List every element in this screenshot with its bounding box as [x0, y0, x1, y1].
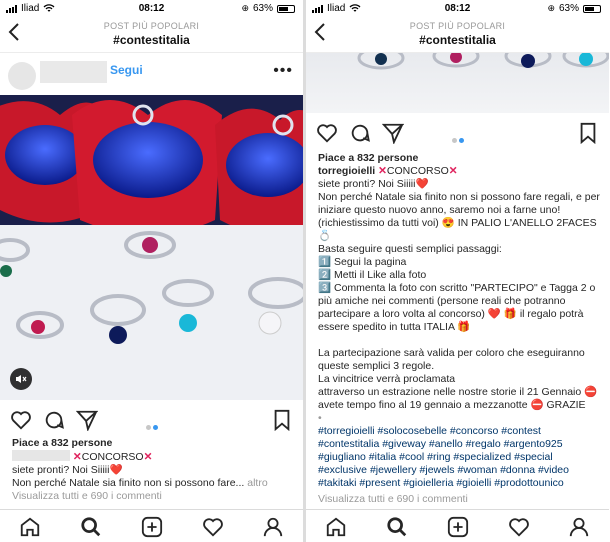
post-photo[interactable]	[306, 53, 609, 113]
post-caption: Piace a 832 persone torregioielli ✕CONCO…	[318, 152, 601, 506]
add-icon[interactable]	[447, 516, 469, 538]
battery-percent: 63%	[558, 3, 579, 14]
caption-line: 3️⃣ Commenta la foto con scritto "PARTEC…	[318, 282, 596, 333]
search-icon[interactable]	[80, 516, 102, 538]
header-title: #contestitalia	[419, 33, 496, 47]
back-button[interactable]	[314, 23, 326, 47]
caption-line: 1️⃣ Segui la pagina	[318, 256, 407, 268]
carousel-indicator	[306, 130, 609, 148]
activity-icon[interactable]	[508, 516, 530, 538]
post-username[interactable]: torregioielli	[318, 165, 375, 177]
caption-line: La partecipazione sarà valida per coloro…	[318, 347, 585, 372]
speaker-off-icon[interactable]	[10, 368, 32, 390]
right-screen: Iliad 08:12 ⊕ 63% POST PIÙ POPOLARI #con…	[306, 0, 609, 542]
caption-line: Non perché Natale sia finito non si poss…	[318, 191, 600, 242]
caption-separator: •	[318, 412, 322, 424]
post-photo[interactable]	[0, 95, 303, 400]
rings-photo	[0, 95, 303, 400]
caption-line-3: Non perché Natale sia finito non si poss…	[12, 477, 245, 489]
home-icon[interactable]	[19, 516, 41, 538]
rings-photo-bottom	[357, 53, 609, 70]
back-button[interactable]	[8, 23, 20, 47]
caption-line: attraverso un estrazione nelle nostre st…	[318, 386, 598, 411]
avatar[interactable]	[8, 62, 36, 90]
caption-line: La vincitrice verrà proclamata	[318, 373, 456, 385]
battery-icon	[277, 4, 295, 13]
post-header: Segui •••	[0, 54, 303, 94]
tab-bar	[0, 509, 303, 542]
battery-icon	[583, 4, 601, 13]
follow-button[interactable]: Segui	[110, 63, 143, 77]
post-actions	[306, 120, 609, 146]
home-icon[interactable]	[325, 516, 347, 538]
orientation-lock-icon: ⊕	[547, 3, 555, 13]
orientation-lock-icon: ⊕	[241, 3, 249, 13]
add-icon[interactable]	[141, 516, 163, 538]
caption-line: Basta seguire questi semplici passaggi:	[318, 243, 502, 255]
left-screen: Iliad 08:12 ⊕ 63% POST PIÙ POPOLARI #con…	[0, 0, 303, 542]
more-options-button[interactable]: •••	[273, 62, 293, 80]
caption-concorso: CONCORSO	[81, 451, 144, 463]
hashtag-list[interactable]: #torregioielli #solocosebelle #concorso …	[318, 425, 601, 490]
post-caption: Piace a 832 persone ✕CONCORSO✕ siete pro…	[12, 437, 295, 503]
header-subtitle: POST PIÙ POPOLARI	[409, 21, 506, 31]
caption-line: 2️⃣ Metti il Like alla foto	[318, 269, 427, 281]
page-header: POST PIÙ POPOLARI #contestitalia	[0, 17, 303, 53]
bookmark-icon[interactable]	[577, 122, 599, 144]
caption-concorso: CONCORSO	[386, 165, 449, 177]
likes-count[interactable]: Piace a 832 persone	[12, 437, 295, 450]
post-actions	[0, 407, 303, 433]
page-header: POST PIÙ POPOLARI #contestitalia	[306, 17, 609, 53]
status-bar: Iliad 08:12 ⊕ 63%	[0, 0, 303, 17]
search-icon[interactable]	[386, 516, 408, 538]
profile-icon[interactable]	[262, 516, 284, 538]
redacted-username[interactable]	[40, 61, 107, 83]
likes-count[interactable]: Piace a 832 persone	[318, 152, 601, 165]
caption-line-2: siete pronti? Noi Siiiii	[12, 464, 110, 476]
activity-icon[interactable]	[202, 516, 224, 538]
header-title: #contestitalia	[113, 33, 190, 47]
chevron-left-icon	[314, 23, 325, 41]
more-link[interactable]: altro	[247, 477, 267, 489]
tab-bar	[306, 509, 609, 542]
view-comments-link[interactable]: Visualizza tutti e 690 i commenti	[12, 490, 295, 503]
status-bar: Iliad 08:12 ⊕ 63%	[306, 0, 609, 17]
bookmark-icon[interactable]	[271, 409, 293, 431]
header-subtitle: POST PIÙ POPOLARI	[103, 21, 200, 31]
caption-line: siete pronti? Noi Siiiii	[318, 178, 416, 190]
carousel-indicator	[0, 417, 303, 435]
view-comments-link[interactable]: Visualizza tutti e 690 i commenti	[318, 493, 601, 506]
battery-percent: 63%	[252, 3, 273, 14]
profile-icon[interactable]	[568, 516, 590, 538]
chevron-left-icon	[8, 23, 19, 41]
redacted-username[interactable]	[12, 450, 70, 461]
